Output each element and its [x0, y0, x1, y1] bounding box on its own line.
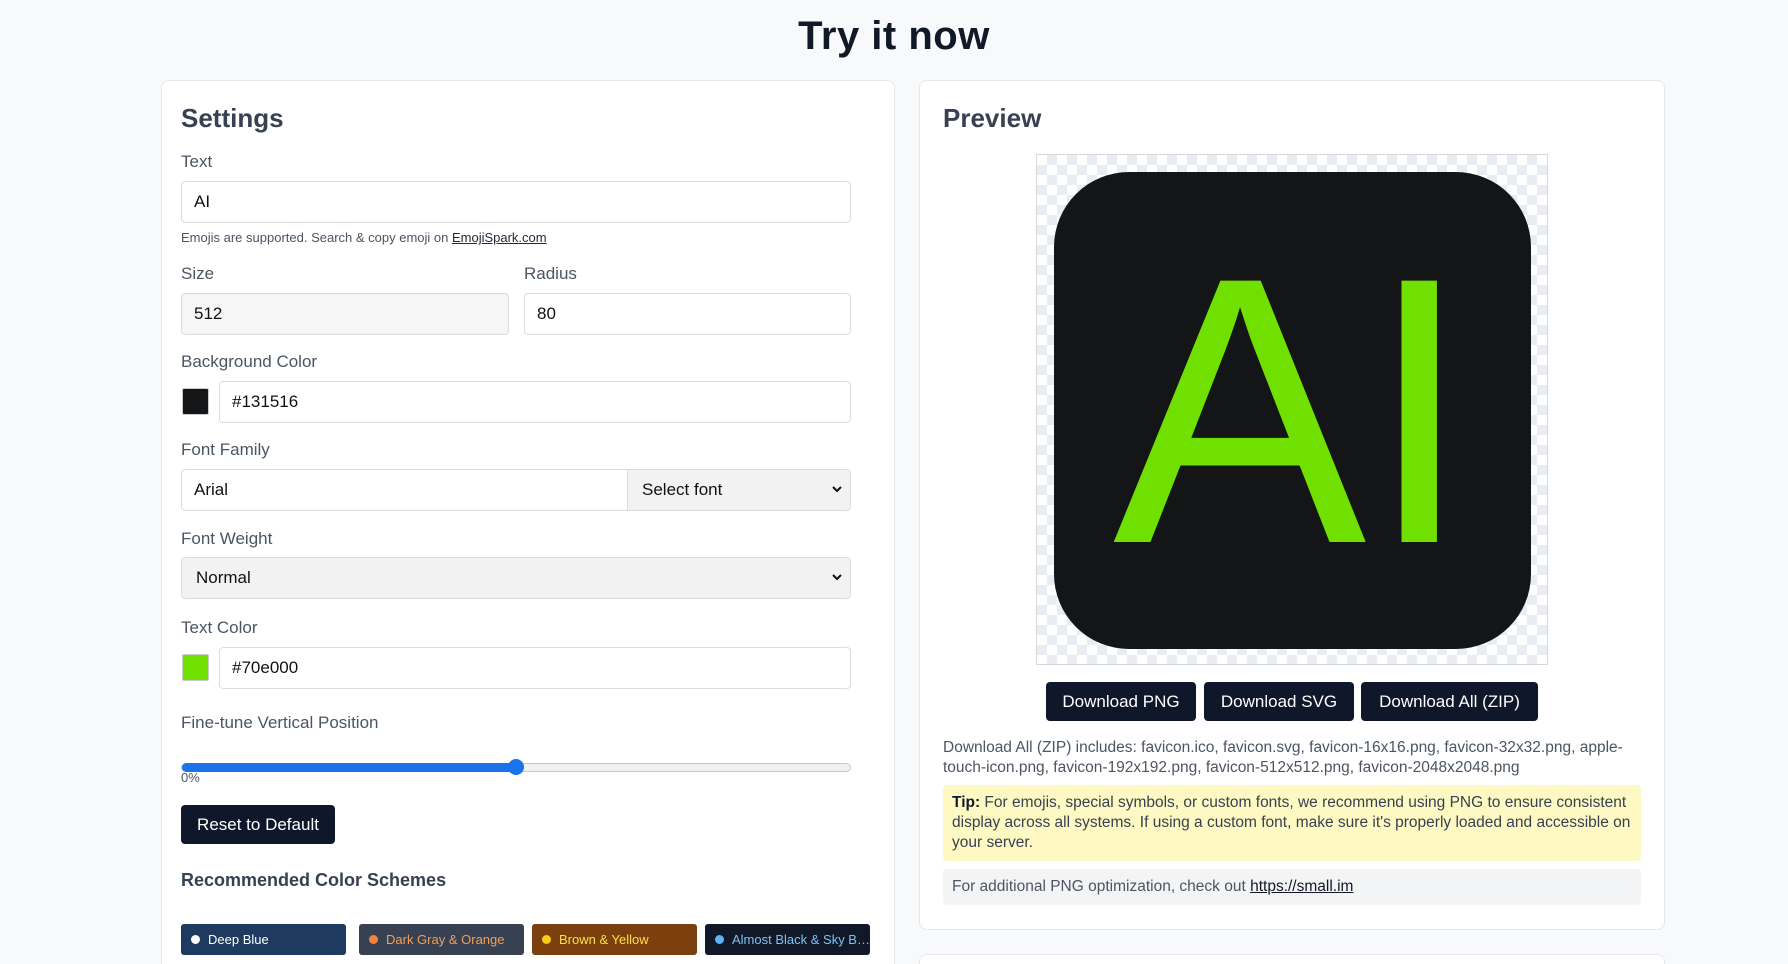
scheme-label: Deep Blue — [208, 932, 269, 947]
text-color-input[interactable]: #70e000 — [219, 647, 851, 689]
slider-fill — [182, 763, 516, 772]
scheme-dot-icon — [542, 935, 551, 944]
text-input[interactable]: AI — [181, 181, 851, 223]
small-im-link[interactable]: https://small.im — [1250, 878, 1353, 895]
scheme-dot-icon — [191, 935, 200, 944]
icon-preview: AI — [1036, 154, 1548, 665]
radius-label: Radius — [524, 264, 577, 283]
emoji-hint: Emojis are supported. Search & copy emoj… — [181, 230, 547, 245]
secondary-panel — [919, 954, 1665, 964]
font-weight-value: Normal — [196, 568, 251, 587]
size-label: Size — [181, 264, 215, 283]
scheme-label: Dark Gray & Orange — [386, 932, 505, 947]
reset-button[interactable]: Reset to Default — [181, 805, 335, 844]
chevron-down-icon — [832, 486, 842, 493]
optimization-text: For additional PNG optimization, check o… — [952, 878, 1251, 895]
scheme-dot-icon — [369, 935, 378, 944]
download-svg-button[interactable]: Download SVG — [1204, 682, 1354, 721]
schemes-title: Recommended Color Schemes — [181, 870, 447, 890]
chevron-down-icon — [832, 574, 842, 581]
tip-text: For emojis, special symbols, or custom f… — [952, 794, 1631, 851]
size-input[interactable]: 512 — [181, 293, 509, 335]
font-select-label: Select font — [642, 480, 723, 499]
font-weight-select[interactable]: Normal — [181, 557, 851, 599]
settings-title: Settings — [181, 103, 284, 133]
color-scheme-button[interactable]: Deep Blue — [181, 924, 346, 955]
emojispark-link[interactable]: EmojiSpark.com — [452, 230, 547, 245]
bg-color-input[interactable]: #131516 — [219, 381, 851, 423]
vertical-position-slider[interactable] — [181, 759, 851, 775]
color-scheme-button[interactable]: Dark Gray & Orange — [359, 924, 524, 955]
scheme-label: Almost Black & Sky Blue — [732, 932, 870, 947]
text-color-label: Text Color — [181, 618, 258, 637]
icon-text: AI — [1112, 197, 1473, 623]
vertical-position-readout: 0% — [181, 770, 200, 785]
text-color-picker[interactable] — [182, 654, 209, 681]
bg-color-picker[interactable] — [182, 388, 209, 415]
optimization-note: For additional PNG optimization, check o… — [943, 869, 1641, 905]
preview-title: Preview — [943, 103, 1042, 133]
font-family-label: Font Family — [181, 440, 270, 459]
color-scheme-button[interactable]: Brown & Yellow — [532, 924, 697, 955]
download-all-button[interactable]: Download All (ZIP) — [1361, 682, 1538, 721]
tip-box: Tip: For emojis, special symbols, or cus… — [943, 785, 1641, 861]
radius-input[interactable]: 80 — [524, 293, 851, 335]
download-png-button[interactable]: Download PNG — [1046, 682, 1196, 721]
scheme-dot-icon — [715, 935, 724, 944]
slider-thumb[interactable] — [508, 759, 524, 775]
color-scheme-button[interactable]: Almost Black & Sky Blue — [705, 924, 870, 955]
font-select[interactable]: Select font — [627, 469, 851, 511]
scheme-label: Brown & Yellow — [559, 932, 649, 947]
emoji-hint-text: Emojis are supported. Search & copy emoj… — [181, 230, 452, 245]
vertical-position-label: Fine-tune Vertical Position — [181, 713, 379, 732]
icon-background: AI — [1054, 172, 1531, 649]
zip-info: Download All (ZIP) includes: favicon.ico… — [943, 739, 1623, 776]
font-family-input[interactable]: Arial — [181, 469, 628, 511]
tip-label: Tip: — [952, 794, 981, 811]
font-weight-label: Font Weight — [181, 529, 273, 548]
text-label: Text — [181, 152, 213, 171]
page-title: Try it now — [798, 14, 990, 58]
bg-color-label: Background Color — [181, 352, 318, 371]
